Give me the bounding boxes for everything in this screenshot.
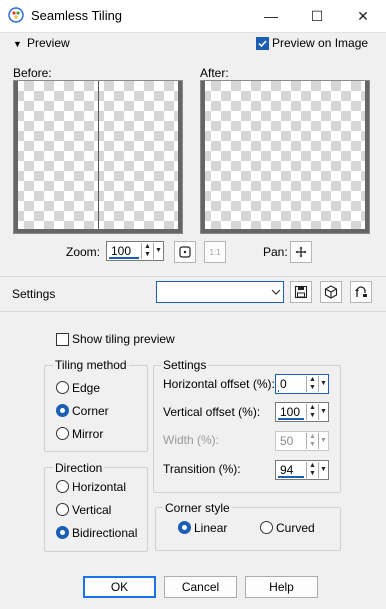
radio-bidirectional[interactable]	[56, 526, 69, 539]
preview-left-edge	[14, 81, 18, 233]
preview-right-edge	[178, 81, 182, 233]
reset-button[interactable]	[350, 281, 372, 303]
width-stepper[interactable]: 50 ▲ ▼ ▼	[275, 431, 329, 451]
preview-on-image-checkbox[interactable]	[256, 37, 269, 50]
before-label: Before:	[13, 66, 52, 80]
after-preview[interactable]	[200, 80, 370, 234]
vertical-offset-value[interactable]: 100	[280, 405, 300, 419]
preview-on-image-label[interactable]: Preview on Image	[272, 36, 368, 50]
collapse-arrow-icon[interactable]: ▼	[13, 39, 22, 49]
after-label: After:	[200, 66, 229, 80]
fit-to-window-icon	[179, 246, 191, 258]
zoom-value[interactable]: 100	[111, 244, 131, 258]
corner-option-curved[interactable]: Curved	[276, 521, 315, 535]
reset-arrow-icon	[355, 286, 367, 297]
corner-option-linear[interactable]: Linear	[194, 521, 227, 535]
dice-cube-icon	[324, 285, 338, 299]
settings-bar-label: Settings	[12, 287, 56, 301]
horizontal-offset-label: Horizontal offset (%):	[163, 377, 275, 391]
minimize-button[interactable]: —	[248, 0, 294, 32]
vertical-offset-stepper[interactable]: 100 ▲ ▼ ▼	[275, 402, 329, 422]
chevron-down-icon	[271, 289, 281, 295]
randomize-button[interactable]	[320, 281, 342, 303]
width-label: Width (%):	[163, 433, 220, 447]
vertical-offset-label: Vertical offset (%):	[163, 405, 261, 419]
radio-edge[interactable]	[56, 381, 69, 394]
direction-title: Direction	[53, 461, 105, 475]
close-button[interactable]: ✕	[340, 0, 386, 32]
show-tiling-preview-label[interactable]: Show tiling preview	[72, 332, 175, 346]
radio-vertical[interactable]	[56, 503, 69, 516]
preview-bottom-edge	[14, 229, 182, 233]
dropdown-arrow-icon[interactable]: ▼	[318, 462, 328, 478]
spin-arrows-icon[interactable]: ▲ ▼	[306, 462, 318, 478]
dropdown-arrow-icon[interactable]: ▼	[318, 376, 328, 392]
transition-stepper[interactable]: 94 ▲ ▼ ▼	[275, 460, 329, 480]
preview-section-label[interactable]: Preview	[27, 36, 70, 50]
tiling-method-title: Tiling method	[53, 358, 129, 372]
direction-option-vertical[interactable]: Vertical	[72, 503, 111, 517]
save-disk-icon	[294, 285, 308, 299]
zoom-spin-arrows-icon[interactable]: ▲ ▼	[141, 243, 153, 259]
tiling-option-edge[interactable]: Edge	[72, 381, 100, 395]
checkmark-icon	[258, 40, 267, 48]
horizontal-offset-stepper[interactable]: 0 ▲ ▼ ▼	[275, 374, 329, 394]
preview-right-edge	[365, 81, 369, 233]
direction-option-bidirectional[interactable]: Bidirectional	[72, 526, 137, 540]
before-preview[interactable]	[13, 80, 183, 234]
radio-curved[interactable]	[260, 521, 273, 534]
corner-style-title: Corner style	[163, 501, 232, 515]
settings-divider	[0, 311, 386, 312]
dropdown-arrow-icon[interactable]: ▼	[318, 404, 328, 420]
horizontal-offset-bar	[278, 390, 279, 392]
after-checker-image	[201, 81, 369, 233]
pan-button[interactable]	[290, 241, 312, 263]
zoom-stepper[interactable]: 100 ▲ ▼ ▼	[106, 241, 164, 261]
vertical-offset-bar	[278, 418, 304, 420]
actual-size-button[interactable]: 1:1	[204, 241, 226, 263]
spin-arrows-icon[interactable]: ▲ ▼	[306, 404, 318, 420]
zoom-dropdown-icon[interactable]: ▼	[153, 243, 163, 259]
radio-horizontal[interactable]	[56, 480, 69, 493]
paintshop-logo-icon	[8, 7, 24, 23]
preview-bottom-edge	[201, 229, 369, 233]
dropdown-arrow-icon[interactable]: ▼	[318, 433, 328, 449]
tiling-option-mirror[interactable]: Mirror	[72, 427, 103, 441]
move-cross-icon	[295, 246, 307, 258]
preview-left-edge	[201, 81, 205, 233]
zoom-label: Zoom:	[66, 245, 101, 259]
zoom-fit-button[interactable]	[174, 241, 196, 263]
spin-arrows-icon[interactable]: ▲ ▼	[306, 433, 318, 449]
cancel-button[interactable]: Cancel	[164, 576, 237, 598]
maximize-button[interactable]: ☐	[294, 0, 340, 32]
zoom-value-bar	[109, 257, 139, 259]
window-title: Seamless Tiling	[31, 8, 123, 23]
pan-label: Pan:	[263, 245, 288, 259]
spin-arrows-icon[interactable]: ▲ ▼	[306, 376, 318, 392]
transition-label: Transition (%):	[163, 462, 241, 476]
preset-dropdown[interactable]	[156, 281, 284, 303]
preview-divider	[0, 276, 386, 277]
transition-value[interactable]: 94	[280, 463, 293, 477]
horizontal-offset-value[interactable]: 0	[280, 377, 287, 391]
ok-button[interactable]: OK	[83, 576, 156, 598]
radio-mirror[interactable]	[56, 427, 69, 440]
tile-seam-line	[98, 81, 99, 233]
settings-group-title: Settings	[161, 358, 209, 372]
save-preset-button[interactable]	[290, 281, 312, 303]
direction-option-horizontal[interactable]: Horizontal	[72, 480, 126, 494]
tiling-option-corner[interactable]: Corner	[72, 404, 109, 418]
radio-linear[interactable]	[178, 521, 191, 534]
transition-bar	[278, 476, 304, 478]
show-tiling-preview-checkbox[interactable]	[56, 333, 69, 346]
width-value[interactable]: 50	[280, 434, 293, 448]
help-button[interactable]: Help	[245, 576, 318, 598]
radio-corner[interactable]	[56, 404, 69, 417]
